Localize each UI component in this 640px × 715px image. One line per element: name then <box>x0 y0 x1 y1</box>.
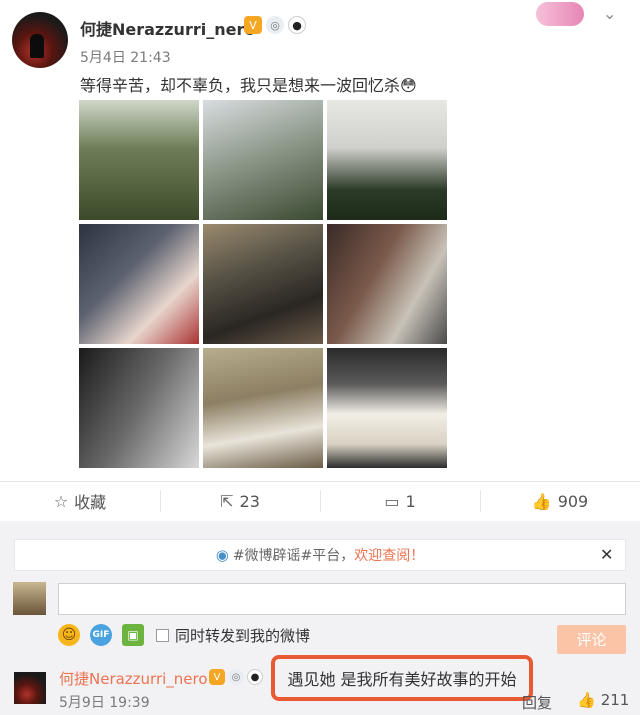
photo-2[interactable] <box>203 100 323 220</box>
favorite-button[interactable]: ☆ 收藏 <box>0 482 160 520</box>
star-icon: ☆ <box>53 491 69 511</box>
composer-toolbar: ☺ GIF ▣ 同时转发到我的微博 <box>58 624 310 646</box>
gif-icon[interactable]: GIF <box>90 624 112 646</box>
member-avatar-card[interactable] <box>536 2 584 26</box>
photo-1[interactable] <box>79 100 199 220</box>
notice-topic[interactable]: #微博辟谣#平台， <box>233 545 354 565</box>
photo-3[interactable] <box>327 100 447 220</box>
weibo-post: 何捷Nerazzurri_nero V ◎ ● 5月4日 21:43 ⌄ 等得辛… <box>0 0 640 715</box>
panda-icon[interactable]: ● <box>288 16 306 34</box>
photo-8[interactable] <box>203 348 323 468</box>
emoji-icon[interactable]: ☺ <box>58 624 80 646</box>
notice-link[interactable]: 欢迎查阅！ <box>354 545 424 565</box>
repost-button[interactable]: ⇱ 23 <box>160 482 320 520</box>
vip-icon[interactable]: V <box>244 16 262 34</box>
reply-button[interactable]: 回复 <box>522 692 552 713</box>
thumbs-up-icon: 👍 <box>577 691 596 709</box>
checkbox[interactable] <box>156 628 169 642</box>
comment-like-button[interactable]: 👍 211 <box>577 691 629 709</box>
share-icon: ⇱ <box>220 491 234 511</box>
repost-label: 同时转发到我的微博 <box>175 626 311 645</box>
ring-icon[interactable]: ◎ <box>266 16 284 34</box>
favorite-label: 收藏 <box>74 493 107 512</box>
photo-9[interactable] <box>327 348 447 468</box>
author-badges: V ◎ ● <box>244 16 306 34</box>
action-bar: ☆ 收藏 ⇱ 23 ▭ 1 👍 909 <box>0 482 640 520</box>
comment-author-badges: V ◎ ● <box>209 669 263 685</box>
image-icon[interactable]: ▣ <box>122 624 144 646</box>
ring-icon: ◎ <box>228 669 244 685</box>
photo-6[interactable] <box>327 224 447 344</box>
repost-checkbox[interactable]: 同时转发到我的微博 <box>156 625 310 646</box>
commenter-avatar <box>13 582 46 615</box>
photo-7[interactable] <box>79 348 199 468</box>
close-icon[interactable]: ✕ <box>600 545 613 564</box>
author-name[interactable]: 何捷Nerazzurri_nero <box>80 16 255 40</box>
comment-text: 遇见她 是我所有美好故事的开始 <box>271 655 533 701</box>
repost-count: 23 <box>239 491 260 511</box>
comment-author-avatar[interactable] <box>14 672 46 704</box>
weibo-clarify-icon: ◉ <box>215 546 229 564</box>
comment-time: 5月9日 19:39 <box>59 695 150 711</box>
like-button[interactable]: 👍 909 <box>480 482 640 520</box>
comment-input[interactable] <box>58 583 626 615</box>
photo-5[interactable] <box>203 224 323 344</box>
panda-icon: ● <box>247 669 263 685</box>
vip-icon: V <box>209 669 225 685</box>
chevron-down-icon[interactable]: ⌄ <box>603 4 616 23</box>
comment-icon: ▭ <box>384 491 400 511</box>
comment-button[interactable]: ▭ 1 <box>320 482 480 520</box>
post-caption: 等得辛苦，却不辜负，我只是想来一波回忆杀😳 <box>80 76 417 95</box>
photo-grid <box>79 100 449 470</box>
thumbs-up-icon: 👍 <box>531 491 552 511</box>
clarify-notice: ◉ #微博辟谣#平台， 欢迎查阅！ <box>14 539 626 571</box>
like-count: 909 <box>557 491 589 511</box>
author-avatar[interactable] <box>12 12 68 68</box>
post-timestamp[interactable]: 5月4日 21:43 <box>80 47 171 67</box>
photo-4[interactable] <box>79 224 199 344</box>
comment-like-count: 211 <box>600 691 630 709</box>
submit-comment-button[interactable]: 评论 <box>557 625 626 654</box>
comment-count: 1 <box>405 491 416 511</box>
comment-author-name[interactable]: 何捷Nerazzurri_nero <box>59 668 208 689</box>
